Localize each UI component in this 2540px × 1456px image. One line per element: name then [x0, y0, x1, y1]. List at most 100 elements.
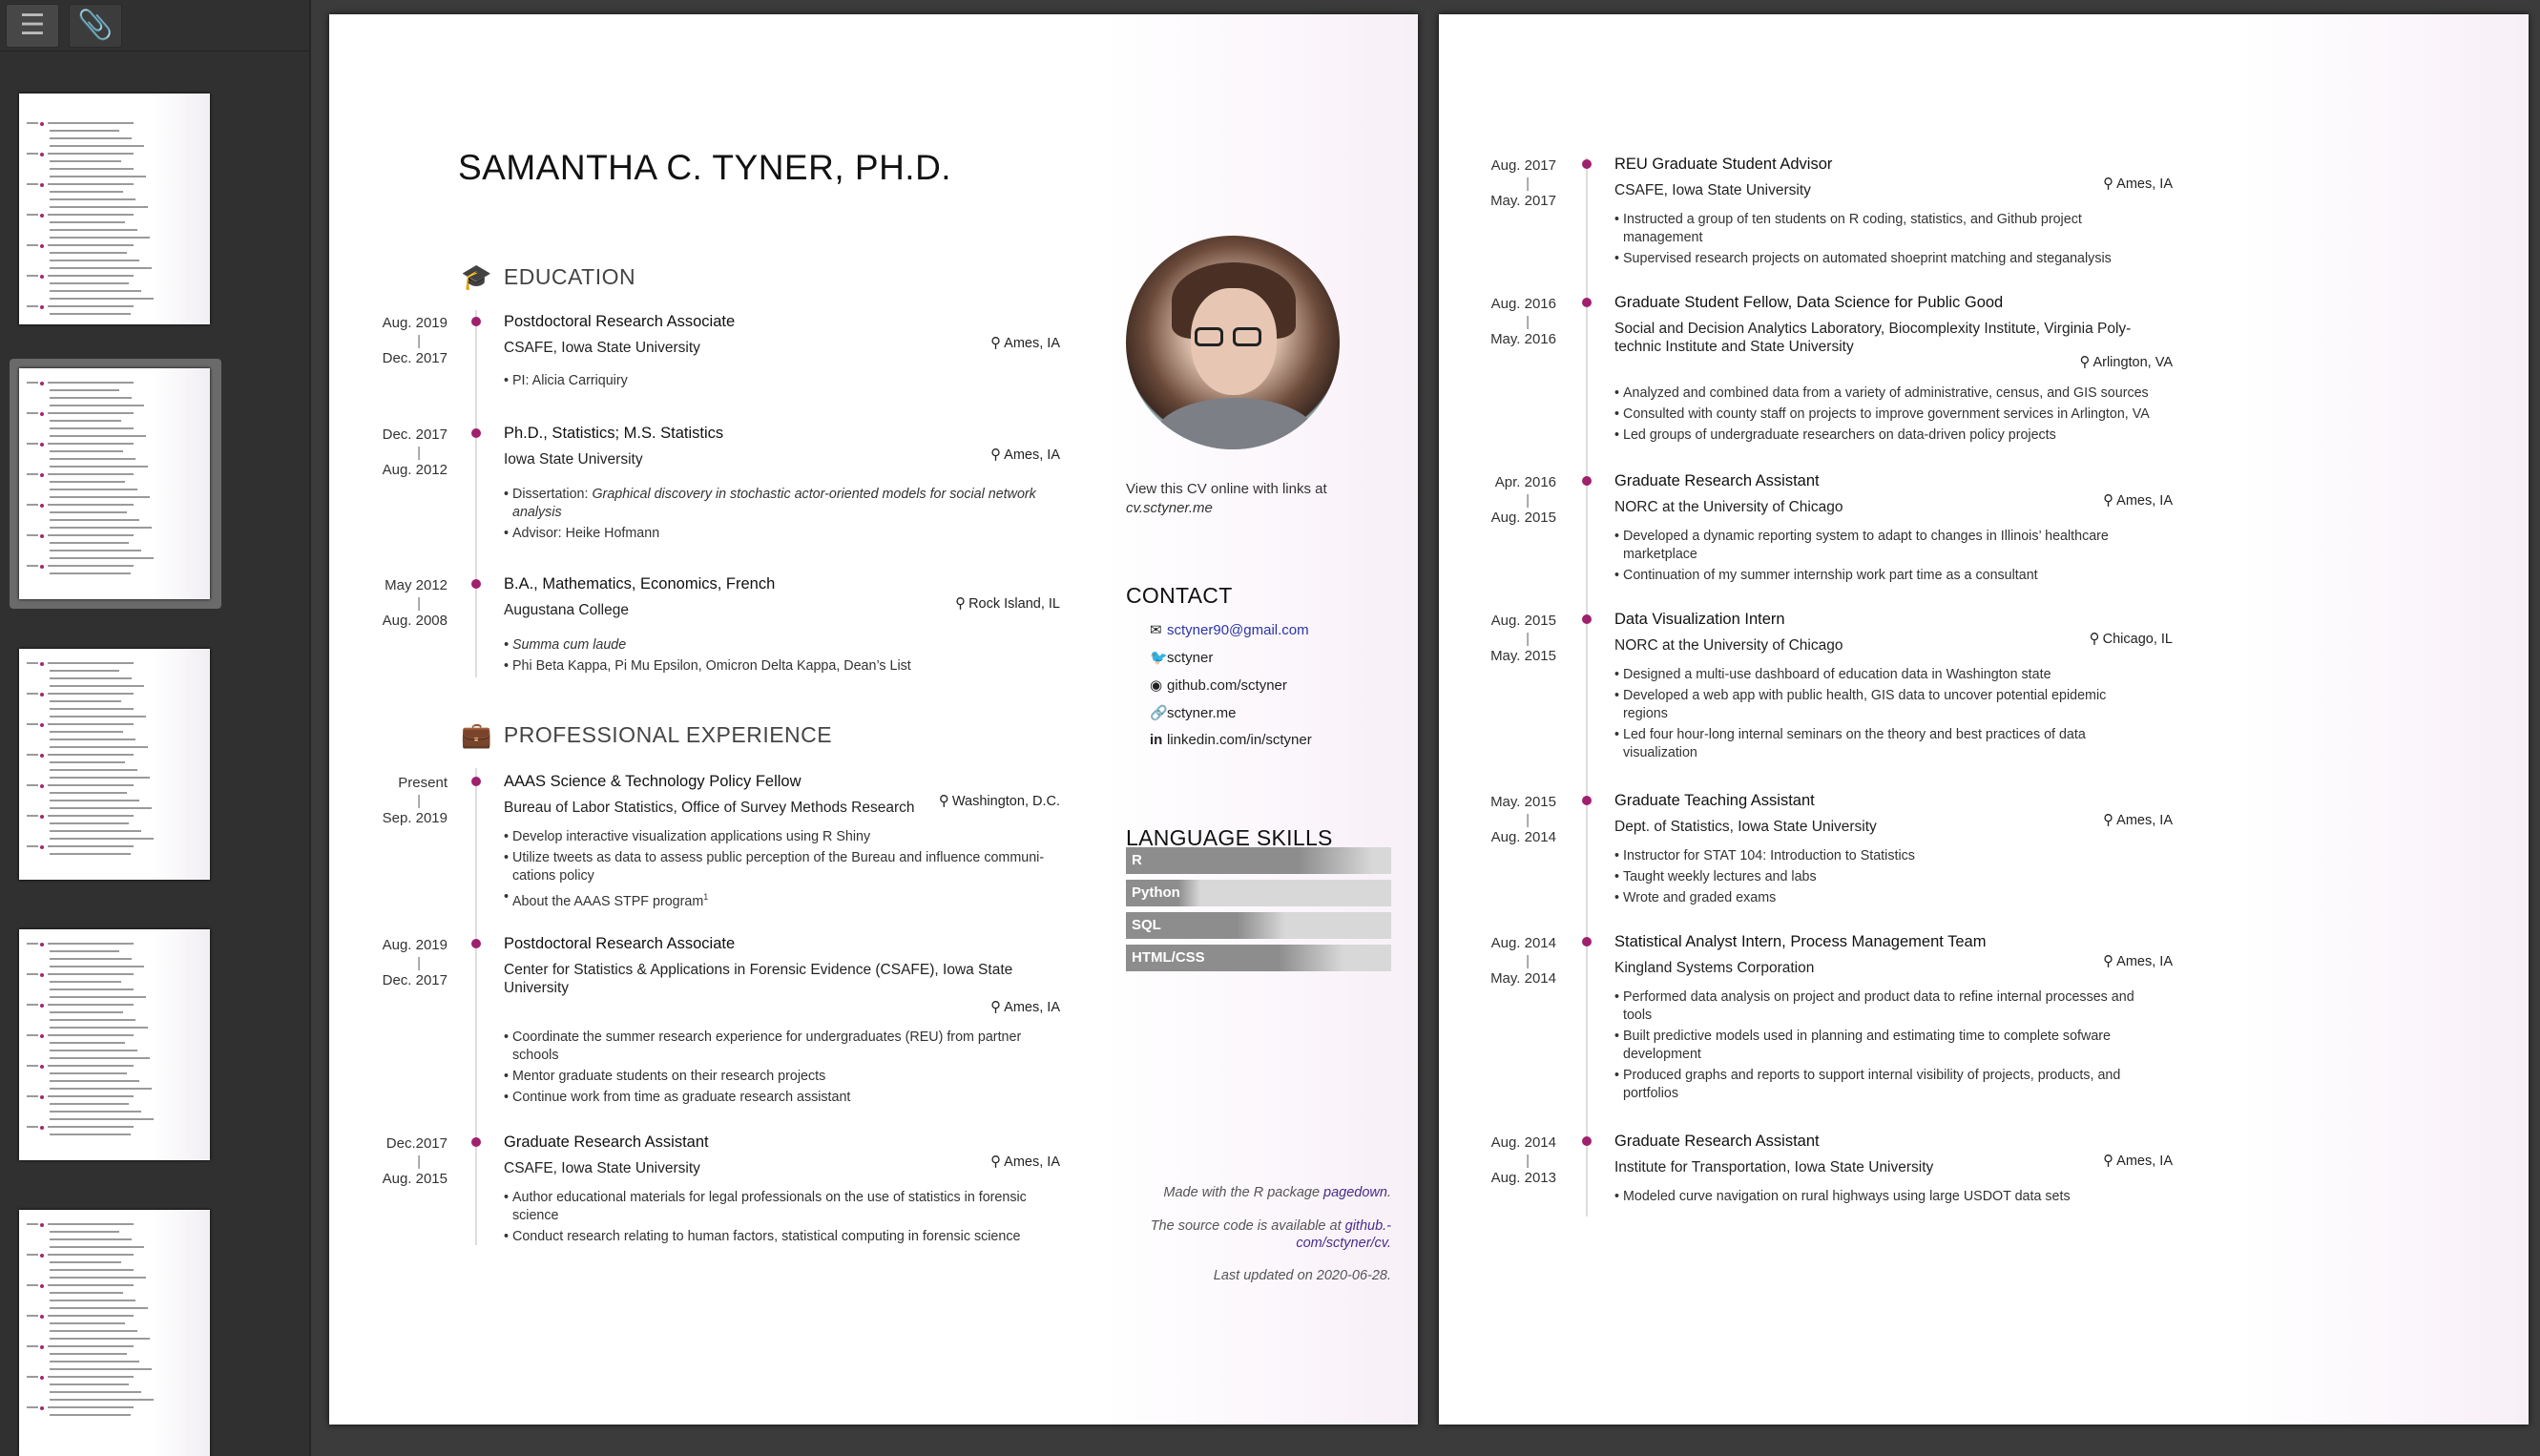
entry-bullet: Produced graphs and reports to support i…: [1614, 1067, 2225, 1103]
entry-title: Ph.D., Statistics; M.S. Statistics: [504, 425, 724, 442]
source-link[interactable]: github.-: [1345, 1218, 1391, 1234]
footer-made-with: Made with the R package pagedown.: [1163, 1185, 1391, 1200]
end-date: Dec. 2017: [382, 350, 448, 366]
entry-bullet: PI: Alicia Carriquiry: [504, 372, 1076, 390]
entry-location: ⚲ Ames, IA: [990, 335, 1060, 351]
timeline-dot: [471, 939, 481, 948]
page-thumbnail-1[interactable]: [10, 84, 221, 334]
entry-org: CSAFE, Iowa State University: [504, 340, 700, 356]
entry-bullet: Conduct research relating to human facto…: [504, 1228, 1076, 1246]
skill-label: HTML/CSS: [1132, 949, 1205, 966]
start-date: May. 2015: [1490, 794, 1556, 810]
start-date: Apr. 2016: [1494, 474, 1556, 490]
entry-bullet: Developed a dynamic reporting system to …: [1614, 528, 2225, 564]
linkedin-icon: in: [1150, 732, 1163, 748]
entry-title: Graduate Student Fellow, Data Science fo…: [1614, 294, 2004, 311]
timeline-dot: [1582, 159, 1592, 169]
list-icon: ☰: [19, 10, 46, 41]
entry-bullet: Supervised research projects on automate…: [1614, 250, 2225, 268]
skill-bar: Python: [1126, 880, 1391, 906]
entry-bullet: Led four hour-long internal seminars on …: [1614, 726, 2225, 762]
entry-location: ⚲ Arlington, VA: [2079, 354, 2173, 370]
contact-twitter[interactable]: 🐦sctyner: [1150, 649, 1213, 666]
page-thumbnail-2[interactable]: [10, 359, 221, 609]
map-pin-icon: ⚲: [2103, 812, 2114, 828]
entry-bullet: Performed data analysis on project and p…: [1614, 988, 2225, 1025]
end-date: Sep. 2019: [382, 810, 448, 826]
link-icon: 🔗: [1150, 705, 1168, 721]
map-pin-icon: ⚲: [2103, 176, 2114, 192]
timeline-dot: [1582, 476, 1592, 486]
entry-bullet: Led groups of undergraduate researchers …: [1614, 426, 2225, 445]
pagedown-link[interactable]: pagedown: [1323, 1185, 1387, 1200]
entry-bullet: Taught weekly lectures and labs: [1614, 868, 2225, 886]
end-date: Dec. 2017: [382, 972, 448, 988]
contact-linkedin[interactable]: in linkedin.com/in/sctyner: [1150, 732, 1312, 748]
map-pin-icon: ⚲: [2089, 631, 2100, 647]
experience-timeline: [475, 768, 477, 1245]
page-thumbnail-4[interactable]: [10, 920, 221, 1170]
map-pin-icon: ⚲: [2103, 953, 2114, 969]
contact-website[interactable]: 🔗sctyner.me: [1150, 704, 1237, 721]
map-pin-icon: ⚲: [2103, 492, 2114, 509]
start-date: Present: [398, 775, 448, 791]
end-date: Aug. 2013: [1490, 1170, 1556, 1186]
outline-toggle-button[interactable]: ☰: [6, 3, 59, 48]
entry-bullet: Summa cum laude: [504, 636, 1076, 655]
entry-location: ⚲ Ames, IA: [990, 1154, 1060, 1170]
entry-location: ⚲ Ames, IA: [990, 447, 1060, 463]
graduation-cap-icon: 🎓: [461, 262, 492, 291]
entry-location: ⚲ Ames, IA: [2103, 812, 2173, 828]
entry-title: Data Visualization Intern: [1614, 611, 1785, 628]
entry-bullet: Analyzed and combined data from a variet…: [1614, 385, 2225, 403]
entry-title: Postdoctoral Research Associate: [504, 935, 736, 952]
entry-org: CSAFE, Iowa State University: [504, 1160, 700, 1176]
entry-location: ⚲ Rock Island, IL: [955, 595, 1060, 612]
page-thumbnail-3[interactable]: [10, 639, 221, 889]
entry-bullet: Continuation of my summer internship wor…: [1614, 567, 2225, 585]
skill-bar: HTML/CSS: [1126, 945, 1391, 971]
contact-github[interactable]: ◉ github.com/sctyner: [1150, 676, 1287, 694]
timeline-dot: [1582, 614, 1592, 624]
attachments-toggle-button[interactable]: 📎: [69, 3, 122, 48]
cv-name: SAMANTHA C. TYNER, PH.D.: [458, 148, 952, 187]
timeline-dot: [471, 428, 481, 438]
timeline-dot: [471, 1137, 481, 1147]
education-timeline: [475, 310, 477, 677]
skill-label: SQL: [1132, 917, 1161, 933]
map-pin-icon: ⚲: [955, 595, 967, 612]
pdf-viewer: ☰ 📎 SAMANTHA C. TYNER, PH.D. 🎓 EDUCATION…: [0, 0, 2540, 1456]
start-date: Aug. 2016: [1490, 296, 1556, 312]
entry-bullet: Built predictive models used in planning…: [1614, 1028, 2225, 1064]
map-pin-icon: ⚲: [2079, 354, 2091, 370]
contact-heading: CONTACT: [1126, 583, 1233, 608]
footer-source: The source code is available at github.-…: [1150, 1218, 1391, 1251]
entry-bullet: Consulted with county staff on projects …: [1614, 406, 2225, 424]
entry-bullet: Dissertation: Graphical discovery in sto…: [504, 486, 1076, 522]
map-pin-icon: ⚲: [990, 335, 1002, 351]
github-icon: ◉: [1150, 677, 1163, 694]
start-date: Aug. 2014: [1490, 935, 1556, 951]
end-date: May. 2017: [1490, 193, 1556, 209]
start-date: Aug. 2017: [1490, 157, 1556, 174]
contact-email[interactable]: ✉ sctyner90@gmail.com: [1150, 621, 1309, 638]
entry-org: Augustana College: [504, 602, 629, 618]
skill-bar: SQL: [1126, 912, 1391, 939]
sidebar-toolbar: ☰ 📎: [0, 0, 309, 52]
education-heading: 🎓 EDUCATION: [461, 262, 636, 291]
entry-location: ⚲ Ames, IA: [2103, 1153, 2173, 1169]
cv-url-link[interactable]: cv.sctyner.me: [1126, 500, 1213, 516]
entry-bullet: Phi Beta Kappa, Pi Mu Epsilon, Omicron D…: [504, 657, 1076, 676]
entry-org: Center for Statistics & Applications in …: [504, 962, 1013, 996]
page-thumbnail-5[interactable]: [10, 1200, 221, 1456]
entry-bullet: Coordinate the summer research experienc…: [504, 1029, 1076, 1065]
start-date: Aug. 2014: [1490, 1134, 1556, 1151]
twitter-icon: 🐦: [1150, 650, 1168, 666]
start-date: Dec. 2017: [382, 426, 448, 443]
footer-updated: Last updated on 2020-06-28.: [1213, 1268, 1391, 1283]
entry-bullet: Instructor for STAT 104: Introduction to…: [1614, 847, 2225, 865]
envelope-icon: ✉: [1150, 622, 1162, 638]
entry-location: ⚲ Ames, IA: [2103, 176, 2173, 192]
skill-fill: [1126, 847, 1373, 874]
end-date: Aug. 2008: [382, 613, 448, 629]
